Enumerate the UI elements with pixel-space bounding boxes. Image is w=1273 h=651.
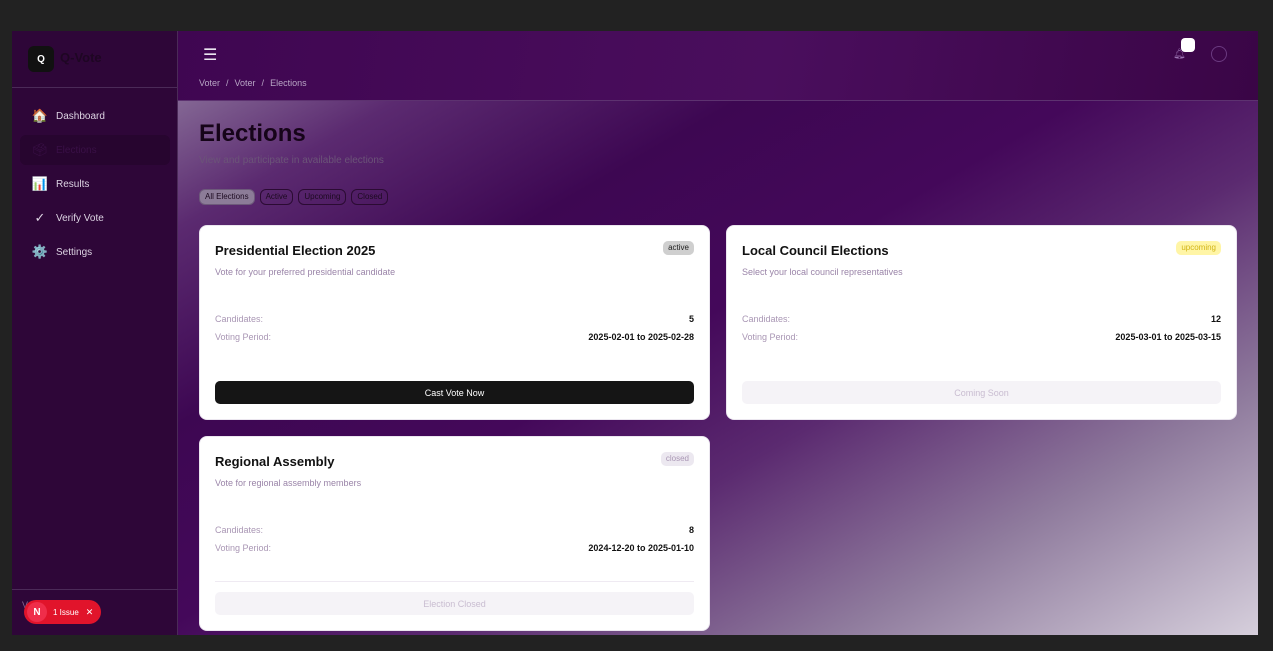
next-logo-icon: N	[27, 602, 47, 622]
close-icon[interactable]: ✕	[86, 607, 94, 618]
ballot-box-icon: 🗳	[31, 142, 49, 157]
sidebar-item-label: Results	[56, 178, 90, 190]
breadcrumb-separator: /	[261, 78, 265, 88]
candidates-label: Candidates:	[742, 314, 791, 324]
election-description: Select your local council representative…	[742, 267, 903, 277]
voting-period-label: Voting Period:	[742, 332, 799, 342]
page-subtitle: View and participate in available electi…	[199, 155, 384, 166]
sidebar-item-elections[interactable]: 🗳 Elections	[20, 135, 170, 165]
card-divider	[215, 581, 694, 582]
breadcrumb-item[interactable]: Voter	[199, 78, 220, 88]
breadcrumb-item[interactable]: Voter	[235, 78, 256, 88]
voting-period-value: 2025-03-01 to 2025-03-15	[1115, 332, 1221, 342]
status-badge: active	[663, 241, 694, 255]
sidebar-item-label: Dashboard	[56, 110, 105, 122]
house-icon: 🏠	[31, 108, 49, 123]
candidates-label: Candidates:	[215, 525, 264, 535]
sidebar-item-verify-vote[interactable]: ✓ Verify Vote	[20, 203, 170, 233]
election-description: Vote for your preferred presidential can…	[215, 267, 396, 277]
status-badge: upcoming	[1176, 241, 1221, 255]
election-closed-button: Election Closed	[215, 592, 694, 615]
voting-period-label: Voting Period:	[215, 543, 272, 553]
filter-closed[interactable]: Closed	[351, 189, 389, 205]
sidebar-item-label: Elections	[56, 144, 97, 156]
app-window: Q Q-Vote 🏠 Dashboard 🗳 Elections 📊 Resul…	[12, 31, 1258, 635]
brand-header: Q Q-Vote	[12, 31, 178, 88]
election-title: Local Council Elections	[742, 243, 889, 258]
breadcrumb-separator: /	[226, 78, 229, 88]
election-card: Regional Assembly closed Vote for region…	[199, 436, 710, 631]
gear-icon: ⚙️	[31, 244, 49, 259]
top-bar: ☰ 🔔︎ Voter / Voter / Elections	[178, 31, 1258, 101]
voting-period-value: 2024-12-20 to 2025-01-10	[588, 543, 694, 553]
issue-count: 1 Issue	[53, 607, 79, 617]
sidebar-item-label: Verify Vote	[56, 212, 104, 224]
sidebar-item-results[interactable]: 📊 Results	[20, 169, 170, 199]
filter-tabs: All Elections Active Upcoming Closed	[199, 189, 389, 205]
filter-upcoming[interactable]: Upcoming	[298, 189, 347, 205]
breadcrumb-current: Elections	[270, 78, 307, 88]
app-logo: Q	[28, 46, 54, 72]
page-title: Elections	[199, 120, 306, 147]
candidates-count: 8	[688, 525, 694, 535]
election-title: Presidential Election 2025	[215, 243, 376, 258]
user-avatar-icon[interactable]	[1211, 46, 1227, 62]
cast-vote-button[interactable]: Cast Vote Now	[215, 381, 694, 404]
voting-period-value: 2025-02-01 to 2025-02-28	[588, 332, 694, 342]
sidebar-item-label: Settings	[56, 246, 93, 258]
filter-all-elections[interactable]: All Elections	[199, 189, 255, 205]
breadcrumb: Voter / Voter / Elections	[199, 78, 307, 88]
coming-soon-button: Coming Soon	[742, 381, 1221, 404]
sidebar-nav: 🏠 Dashboard 🗳 Elections 📊 Results ✓ Veri…	[20, 101, 170, 271]
candidates-label: Candidates:	[215, 314, 264, 324]
filter-active[interactable]: Active	[259, 189, 294, 205]
election-title: Regional Assembly	[215, 454, 335, 469]
issues-badge[interactable]: N 1 Issue ✕	[24, 600, 101, 624]
status-badge: closed	[660, 452, 694, 466]
election-card: Presidential Election 2025 active Vote f…	[199, 225, 710, 420]
candidates-count: 5	[688, 314, 694, 324]
election-card: Local Council Elections upcoming Select …	[726, 225, 1237, 420]
sidebar-item-settings[interactable]: ⚙️ Settings	[20, 237, 170, 267]
hamburger-menu-icon[interactable]: ☰	[203, 45, 217, 65]
bar-chart-icon: 📊	[31, 176, 49, 191]
sidebar: Q Q-Vote 🏠 Dashboard 🗳 Elections 📊 Resul…	[12, 31, 178, 635]
notification-badge	[1181, 38, 1195, 52]
voting-period-label: Voting Period:	[215, 332, 272, 342]
checkmark-icon: ✓	[34, 210, 46, 225]
sidebar-item-dashboard[interactable]: 🏠 Dashboard	[20, 101, 170, 131]
candidates-count: 12	[1210, 314, 1221, 324]
main-content: ☰ 🔔︎ Voter / Voter / Elections Elections…	[178, 31, 1258, 635]
app-name: Q-Vote	[60, 50, 102, 65]
election-description: Vote for regional assembly members	[215, 478, 362, 488]
